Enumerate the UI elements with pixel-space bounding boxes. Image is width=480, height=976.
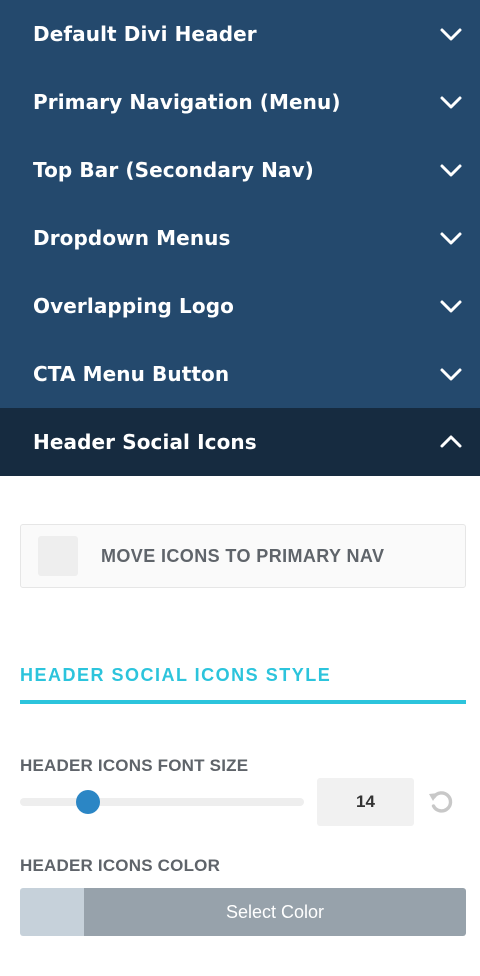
font-size-input[interactable] [317, 778, 414, 826]
chevron-down-icon [440, 28, 462, 41]
accordion-item-top-bar[interactable]: Top Bar (Secondary Nav) [0, 136, 480, 204]
chevron-down-icon [440, 164, 462, 177]
accordion-label: Default Divi Header [33, 22, 257, 46]
move-icons-label: MOVE ICONS TO PRIMARY NAV [101, 545, 385, 566]
accordion-item-header-social-icons[interactable]: Header Social Icons [0, 408, 480, 476]
accordion-label: CTA Menu Button [33, 362, 230, 386]
slider-thumb[interactable] [76, 790, 101, 814]
accordion-item-cta-menu-button[interactable]: CTA Menu Button [0, 340, 480, 408]
accordion-item-default-divi-header[interactable]: Default Divi Header [0, 0, 480, 68]
font-size-slider[interactable] [20, 790, 304, 814]
accordion-label: Dropdown Menus [33, 226, 231, 250]
font-size-control [20, 778, 466, 826]
reset-icon[interactable] [427, 788, 455, 816]
checkbox[interactable] [38, 536, 78, 576]
color-label: HEADER ICONS COLOR [20, 856, 221, 875]
accordion-label: Top Bar (Secondary Nav) [33, 158, 314, 182]
color-picker[interactable]: Select Color [20, 888, 466, 936]
accordion-label: Header Social Icons [33, 430, 257, 454]
chevron-down-icon [440, 232, 462, 245]
chevron-down-icon [440, 300, 462, 313]
accordion-item-primary-navigation[interactable]: Primary Navigation (Menu) [0, 68, 480, 136]
accordion-label: Primary Navigation (Menu) [33, 90, 341, 114]
select-color-button[interactable]: Select Color [84, 888, 466, 936]
header-social-icons-panel: MOVE ICONS TO PRIMARY NAV HEADER SOCIAL … [0, 476, 480, 974]
color-swatch[interactable] [20, 888, 84, 936]
move-icons-toggle[interactable]: MOVE ICONS TO PRIMARY NAV [20, 524, 466, 588]
settings-accordion: Default Divi Header Primary Navigation (… [0, 0, 480, 476]
accordion-label: Overlapping Logo [33, 294, 234, 318]
accordion-item-overlapping-logo[interactable]: Overlapping Logo [0, 272, 480, 340]
accordion-item-dropdown-menus[interactable]: Dropdown Menus [0, 204, 480, 272]
font-size-label: HEADER ICONS FONT SIZE [20, 756, 249, 775]
chevron-up-icon [440, 435, 462, 448]
section-title: HEADER SOCIAL ICONS STYLE [20, 665, 466, 704]
chevron-down-icon [440, 96, 462, 109]
chevron-down-icon [440, 368, 462, 381]
